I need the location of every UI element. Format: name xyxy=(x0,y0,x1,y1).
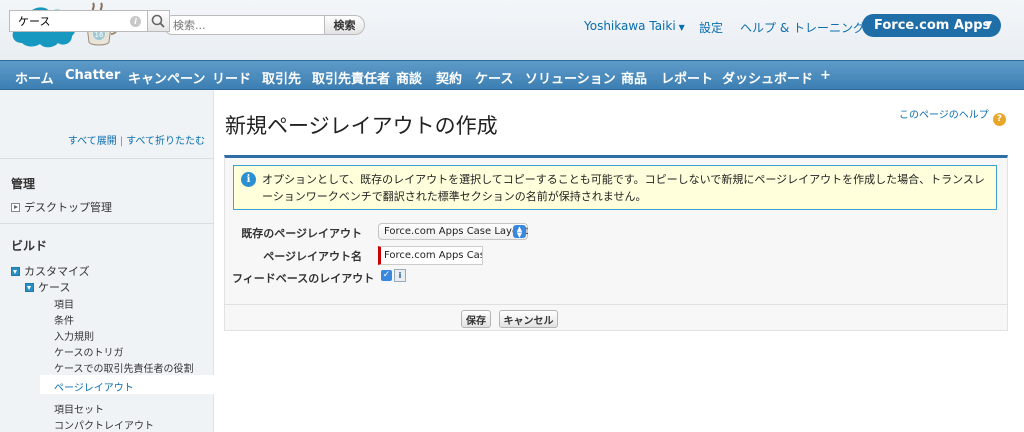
sidebar-heading-admin: 管理 xyxy=(11,177,36,191)
search-icon xyxy=(151,14,165,28)
caret-down-icon: ▼ xyxy=(985,20,992,30)
tab-add-icon[interactable]: + xyxy=(820,68,831,83)
tab-solutions[interactable]: ソリューション xyxy=(525,68,616,87)
sidebar-item-compact-layouts[interactable]: コンパクトレイアウト xyxy=(54,417,154,432)
sidebar-item-case-triggers[interactable]: ケースのトリガ xyxy=(54,344,124,359)
feed-layout-label: フィードベースのレイアウト xyxy=(232,272,375,285)
sidebar-item-label: カスタマイズ xyxy=(24,265,90,278)
help-training-link[interactable]: ヘルプ & トレーニング xyxy=(740,19,865,36)
save-button[interactable]: 保存 xyxy=(461,310,491,328)
global-search: 検索 xyxy=(163,15,365,35)
user-menu[interactable]: Yoshikawa Taiki ▼ xyxy=(584,19,685,33)
sidebar-item-label: ページレイアウト xyxy=(54,383,134,394)
existing-layout-label: 既存のページレイアウト xyxy=(241,227,362,240)
tab-products[interactable]: 商品 xyxy=(621,68,647,87)
help-icon: ? xyxy=(992,113,1006,126)
sidebar-item-criteria[interactable]: 条件 xyxy=(54,312,74,327)
layout-name-input[interactable] xyxy=(378,246,483,265)
tab-cases[interactable]: ケース xyxy=(475,68,513,87)
select-value: Force.com Apps Case Layout xyxy=(384,226,529,237)
setup-link[interactable]: 設定 xyxy=(699,19,723,36)
caret-down-icon: ▼ xyxy=(678,23,685,32)
tab-dashboards[interactable]: ダッシュボード xyxy=(722,68,813,87)
layout-name-label: ページレイアウト名 xyxy=(263,250,362,263)
tab-leads[interactable]: リード xyxy=(212,68,251,87)
sidebar-expand-links: すべて展開 | すべて折りたたむ xyxy=(0,132,205,147)
expand-icon xyxy=(11,203,20,212)
sidebar-search-button[interactable] xyxy=(147,10,170,32)
tab-bar: ホーム Chatter キャンペーン リード 取引先 取引先責任者 商談 契約 … xyxy=(0,60,1024,90)
sidebar-item-fields[interactable]: 項目 xyxy=(54,296,74,311)
info-message-text: オプションとして、既存のレイアウトを選択してコピーすることも可能です。コピーしな… xyxy=(262,173,985,203)
global-search-button[interactable]: 検索 xyxy=(325,15,365,35)
link-separator: | xyxy=(119,136,124,147)
sidebar-item-validation-rules[interactable]: 入力規則 xyxy=(54,328,94,343)
page-help-link[interactable]: このページのヘルプ? xyxy=(899,106,1006,126)
sidebar-item-customize[interactable]: カスタマイズ xyxy=(11,263,90,279)
existing-layout-select[interactable]: Force.com Apps Case Layout ▲ ▼ xyxy=(378,223,528,240)
tab-contacts[interactable]: 取引先責任者 xyxy=(312,68,390,87)
sidebar-item-field-sets[interactable]: 項目セット xyxy=(54,401,104,416)
tab-opportunities[interactable]: 商談 xyxy=(396,68,422,87)
collapse-icon xyxy=(25,283,34,292)
sidebar-divider xyxy=(0,158,214,159)
feed-layout-checkbox[interactable]: ✓ xyxy=(381,270,392,281)
info-icon[interactable]: i xyxy=(130,16,141,27)
sidebar-divider xyxy=(0,223,214,224)
sidebar-heading-build: ビルド xyxy=(11,239,48,253)
expand-all-link[interactable]: すべて展開 xyxy=(68,136,117,147)
info-message: i オプションとして、既存のレイアウトを選択してコピーすることも可能です。コピー… xyxy=(233,165,997,210)
cancel-button[interactable]: キャンセル xyxy=(499,310,558,328)
info-icon[interactable]: i xyxy=(394,269,406,282)
collapse-all-link[interactable]: すべて折りたたむ xyxy=(126,136,205,147)
info-icon: i xyxy=(241,172,256,187)
sidebar-item-label: デスクトップ管理 xyxy=(24,201,112,214)
user-name: Yoshikawa Taiki xyxy=(584,19,676,33)
tab-home[interactable]: ホーム xyxy=(15,68,54,87)
sidebar-item-contact-roles[interactable]: ケースでの取引先責任者の役割 xyxy=(54,360,194,375)
app-menu-button[interactable]: Force.com Apps ▼ xyxy=(862,14,1001,37)
tab-contracts[interactable]: 契約 xyxy=(436,68,462,87)
tab-accounts[interactable]: 取引先 xyxy=(262,68,301,87)
tab-chatter[interactable]: Chatter xyxy=(65,68,120,83)
sidebar-item-page-layouts[interactable]: ページレイアウト xyxy=(40,375,215,394)
panel-divider xyxy=(224,304,1008,305)
global-search-input[interactable] xyxy=(163,15,325,35)
tab-campaigns[interactable]: キャンペーン xyxy=(128,68,205,87)
sidebar-item-label: ケース xyxy=(38,281,71,294)
collapse-icon xyxy=(11,267,20,276)
page-title: 新規ページレイアウトの作成 xyxy=(225,114,498,138)
tab-reports[interactable]: レポート xyxy=(661,68,713,87)
app-menu-label: Force.com Apps xyxy=(874,18,991,33)
mascot-badge: 16 xyxy=(95,31,104,39)
sidebar-item-desktop-admin[interactable]: デスクトップ管理 xyxy=(11,199,112,215)
sidebar-item-case[interactable]: ケース xyxy=(25,279,70,295)
help-link-label: このページのヘルプ xyxy=(899,110,989,121)
sidebar-search-input[interactable] xyxy=(9,10,170,32)
select-arrows-icon: ▲ ▼ xyxy=(513,225,526,239)
